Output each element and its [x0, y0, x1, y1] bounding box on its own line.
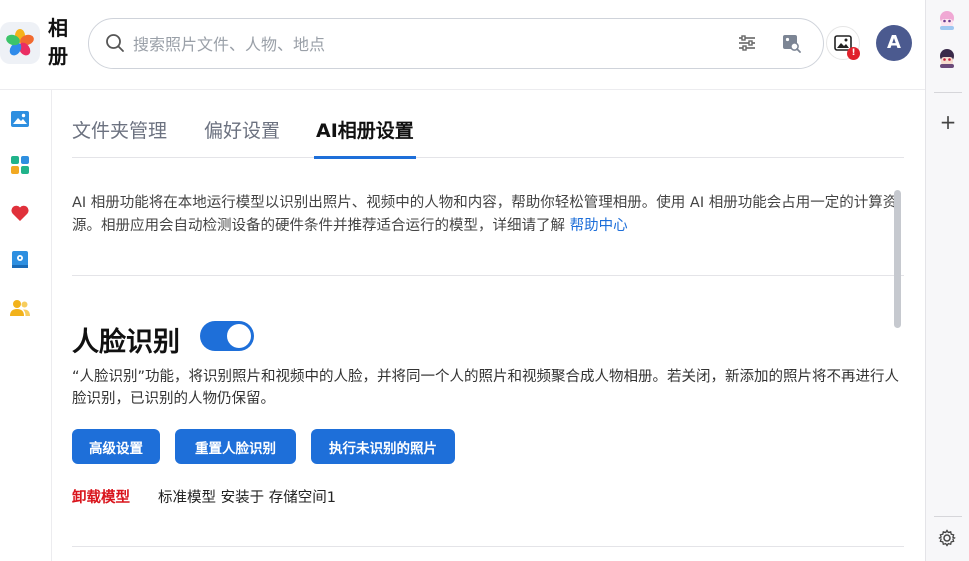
tab-preferences[interactable]: 偏好设置 [204, 116, 280, 158]
search-input[interactable] [133, 31, 713, 57]
photo-notification-button[interactable]: ! [826, 26, 860, 60]
anime-avatar-dark-icon[interactable] [935, 46, 959, 70]
section-divider [72, 275, 904, 276]
right-side-rail: + [925, 0, 969, 561]
settings-content: 文件夹管理 偏好设置 AI相册设置 AI 相册功能将在本地运行模型以识别出照片、… [52, 90, 925, 561]
search-bar[interactable] [88, 18, 824, 69]
face-recognition-toggle[interactable] [200, 321, 254, 351]
ai-intro-text: AI 相册功能将在本地运行模型以识别出照片、视频中的人物和内容，帮助你轻松管理相… [72, 192, 904, 238]
left-sidebar [0, 90, 52, 561]
tab-label: AI相册设置 [316, 120, 414, 142]
intro-text: AI 相册功能将在本地运行模型以识别出照片、视频中的人物和内容，帮助你轻松管理相… [72, 195, 898, 234]
section-divider [72, 546, 904, 547]
settings-tabs: 文件夹管理 偏好设置 AI相册设置 [72, 90, 904, 159]
active-tab-indicator [314, 156, 416, 159]
rail-divider [934, 92, 962, 93]
app-title: 相册 [48, 16, 68, 68]
tab-label: 文件夹管理 [72, 120, 168, 142]
tab-ai-album-settings[interactable]: AI相册设置 [314, 116, 416, 159]
advanced-settings-button[interactable]: 高级设置 [72, 429, 160, 464]
add-icon[interactable]: + [936, 110, 960, 134]
shared-album-icon[interactable] [8, 248, 32, 272]
face-recognition-description: “人脸识别”功能，将识别照片和视频中的人脸，并将同一个人的照片和视频聚合成人物相… [72, 369, 900, 407]
filter-sliders-icon[interactable] [737, 33, 757, 57]
anime-avatar-pink-icon[interactable] [935, 8, 959, 32]
tab-folder-management[interactable]: 文件夹管理 [72, 116, 167, 158]
app-logo-icon[interactable] [0, 22, 40, 64]
rail-divider [934, 516, 962, 517]
help-center-link[interactable]: 帮助中心 [570, 218, 628, 234]
people-icon[interactable] [8, 296, 32, 320]
run-unrecognized-photos-button[interactable]: 执行未识别的照片 [311, 429, 455, 464]
toggle-knob [227, 324, 251, 348]
face-recognition-title: 人脸识别 [72, 327, 180, 358]
tab-label: 偏好设置 [204, 120, 281, 142]
model-info-text: 标准模型 安装于 存储空间1 [158, 490, 336, 506]
uninstall-model-link[interactable]: 卸载模型 [72, 486, 130, 507]
settings-icon[interactable] [935, 526, 959, 550]
notification-badge: ! [847, 47, 860, 60]
scrollbar-thumb[interactable] [894, 190, 901, 328]
top-header: 相册 搜索照片文件、人物、地点 ! A [0, 0, 925, 88]
user-avatar[interactable]: A [876, 25, 912, 61]
favorites-icon[interactable] [8, 201, 32, 225]
photos-icon[interactable] [8, 107, 32, 131]
reset-face-recognition-button[interactable]: 重置人脸识别 [175, 429, 296, 464]
image-search-icon[interactable] [781, 33, 801, 57]
albums-icon[interactable] [8, 153, 32, 177]
photos-app-window: 相册 搜索照片文件、人物、地点 ! A 文件夹管理 偏好设置 AI相册设置 AI… [0, 0, 925, 561]
search-icon [105, 33, 125, 57]
